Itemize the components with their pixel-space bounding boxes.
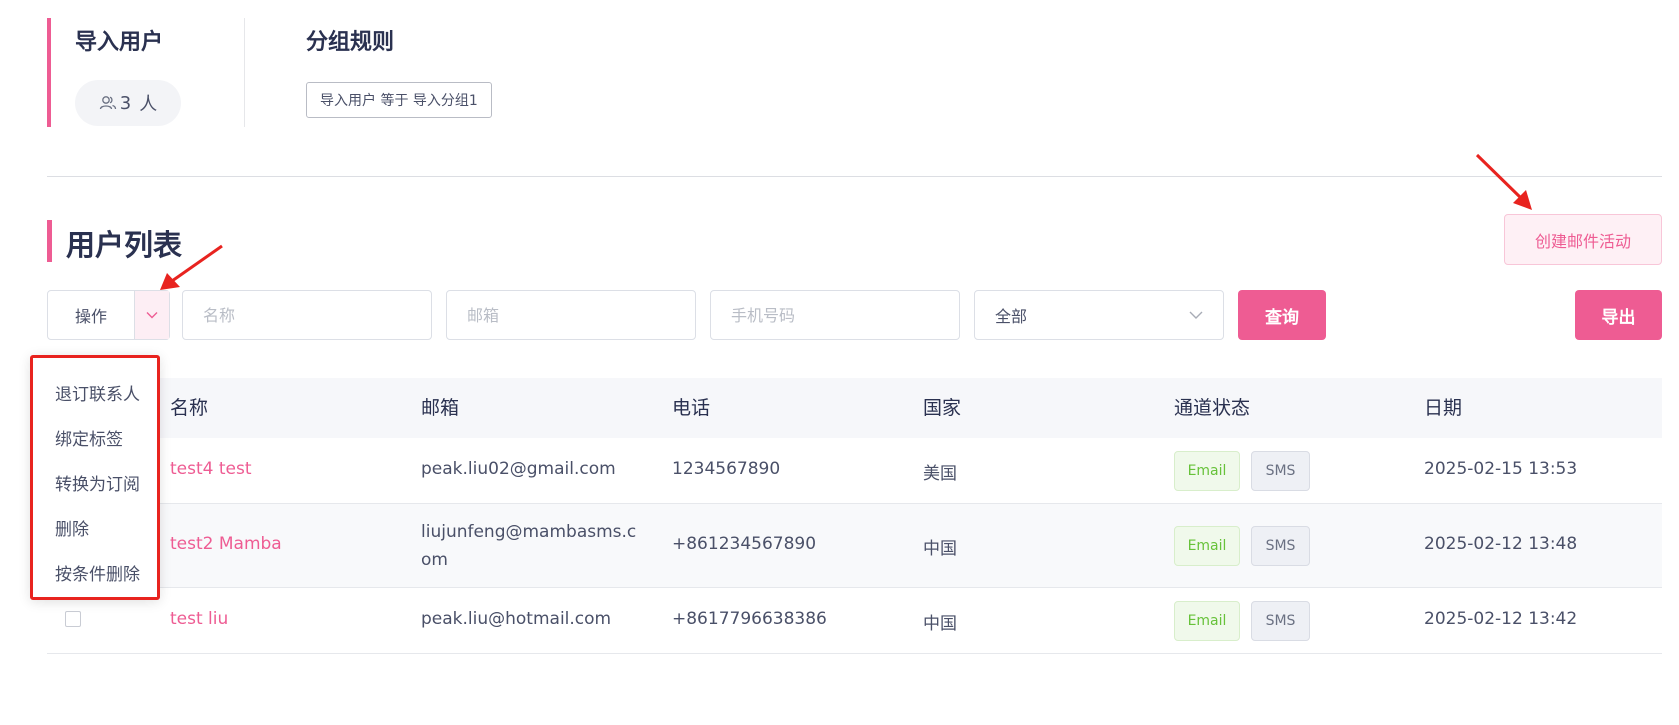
row-country: 美国 — [923, 464, 957, 484]
user-count-pill: 3 人 — [75, 80, 181, 126]
row-country: 中国 — [923, 539, 957, 559]
operation-label[interactable]: 操作 — [48, 291, 135, 339]
row-date: 2025-02-12 13:48 — [1424, 534, 1578, 554]
arrow-to-create-button — [1475, 153, 1532, 210]
query-button[interactable]: 查询 — [1238, 290, 1326, 340]
row-country: 中国 — [923, 614, 957, 634]
user-list-accent-bar — [47, 220, 52, 262]
sms-channel-badge: SMS — [1251, 451, 1310, 491]
name-input[interactable] — [182, 290, 432, 340]
operation-dropdown-menu: 退订联系人 绑定标签 转换为订阅 删除 按条件删除 — [30, 355, 160, 600]
sms-channel-badge: SMS — [1251, 601, 1310, 641]
export-button[interactable]: 导出 — [1575, 290, 1662, 340]
status-select-value: 全部 — [995, 307, 1028, 326]
phone-input[interactable] — [710, 290, 960, 340]
sms-channel-badge: SMS — [1251, 526, 1310, 566]
group-rule-tag: 导入用户 等于 导入分组1 — [306, 82, 492, 118]
create-email-campaign-button[interactable]: 创建邮件活动 — [1504, 214, 1662, 265]
email-channel-badge: Email — [1174, 526, 1240, 566]
menu-item-bind-tag[interactable]: 绑定标签 — [55, 425, 123, 450]
row-date: 2025-02-15 13:53 — [1424, 459, 1578, 479]
column-date: 日期 — [1424, 397, 1463, 419]
chevron-down-icon — [1189, 311, 1203, 319]
row-phone: 1234567890 — [672, 459, 781, 479]
column-channel-status: 通道状态 — [1174, 397, 1251, 419]
column-country: 国家 — [923, 397, 962, 419]
menu-item-conditional-delete[interactable]: 按条件删除 — [55, 560, 140, 585]
user-count-unit: 人 — [139, 94, 158, 115]
table-row — [47, 438, 1662, 504]
section-divider — [47, 176, 1662, 177]
menu-item-convert-subscription[interactable]: 转换为订阅 — [55, 470, 140, 495]
row-email: peak.liu02@gmail.com — [421, 459, 616, 479]
operation-dropdown[interactable]: 操作 — [47, 290, 170, 340]
row-phone: +8617796638386 — [672, 609, 827, 629]
import-accent-bar — [47, 18, 51, 127]
email-channel-badge: Email — [1174, 451, 1240, 491]
menu-item-delete[interactable]: 删除 — [55, 515, 89, 540]
column-email: 邮箱 — [421, 397, 460, 419]
column-phone: 电话 — [672, 397, 711, 419]
table-header — [47, 378, 1662, 438]
email-input[interactable] — [446, 290, 696, 340]
status-select[interactable]: 全部 — [974, 290, 1224, 340]
row-email: peak.liu@hotmail.com — [421, 609, 612, 629]
row-checkbox[interactable] — [65, 611, 81, 627]
user-list-title: 用户列表 — [66, 228, 183, 262]
row-date: 2025-02-12 13:42 — [1424, 609, 1578, 629]
chevron-down-icon[interactable] — [135, 291, 169, 339]
group-rule-title: 分组规则 — [306, 30, 395, 55]
column-name: 名称 — [170, 397, 209, 419]
email-channel-badge: Email — [1174, 601, 1240, 641]
row-name-link[interactable]: test4 test — [170, 459, 252, 479]
row-phone: +861234567890 — [672, 534, 817, 554]
summary-divider — [244, 18, 245, 127]
row-name-link[interactable]: test2 Mamba — [170, 534, 282, 554]
user-count-value: 3 — [119, 92, 132, 114]
row-name-link[interactable]: test liu — [170, 609, 228, 629]
table-row — [47, 588, 1662, 654]
users-icon — [99, 96, 116, 110]
import-users-title: 导入用户 — [75, 30, 164, 55]
table-row — [47, 504, 1662, 588]
menu-item-unsubscribe[interactable]: 退订联系人 — [55, 380, 140, 405]
row-email: liujunfeng@mambasms.com — [421, 522, 637, 570]
